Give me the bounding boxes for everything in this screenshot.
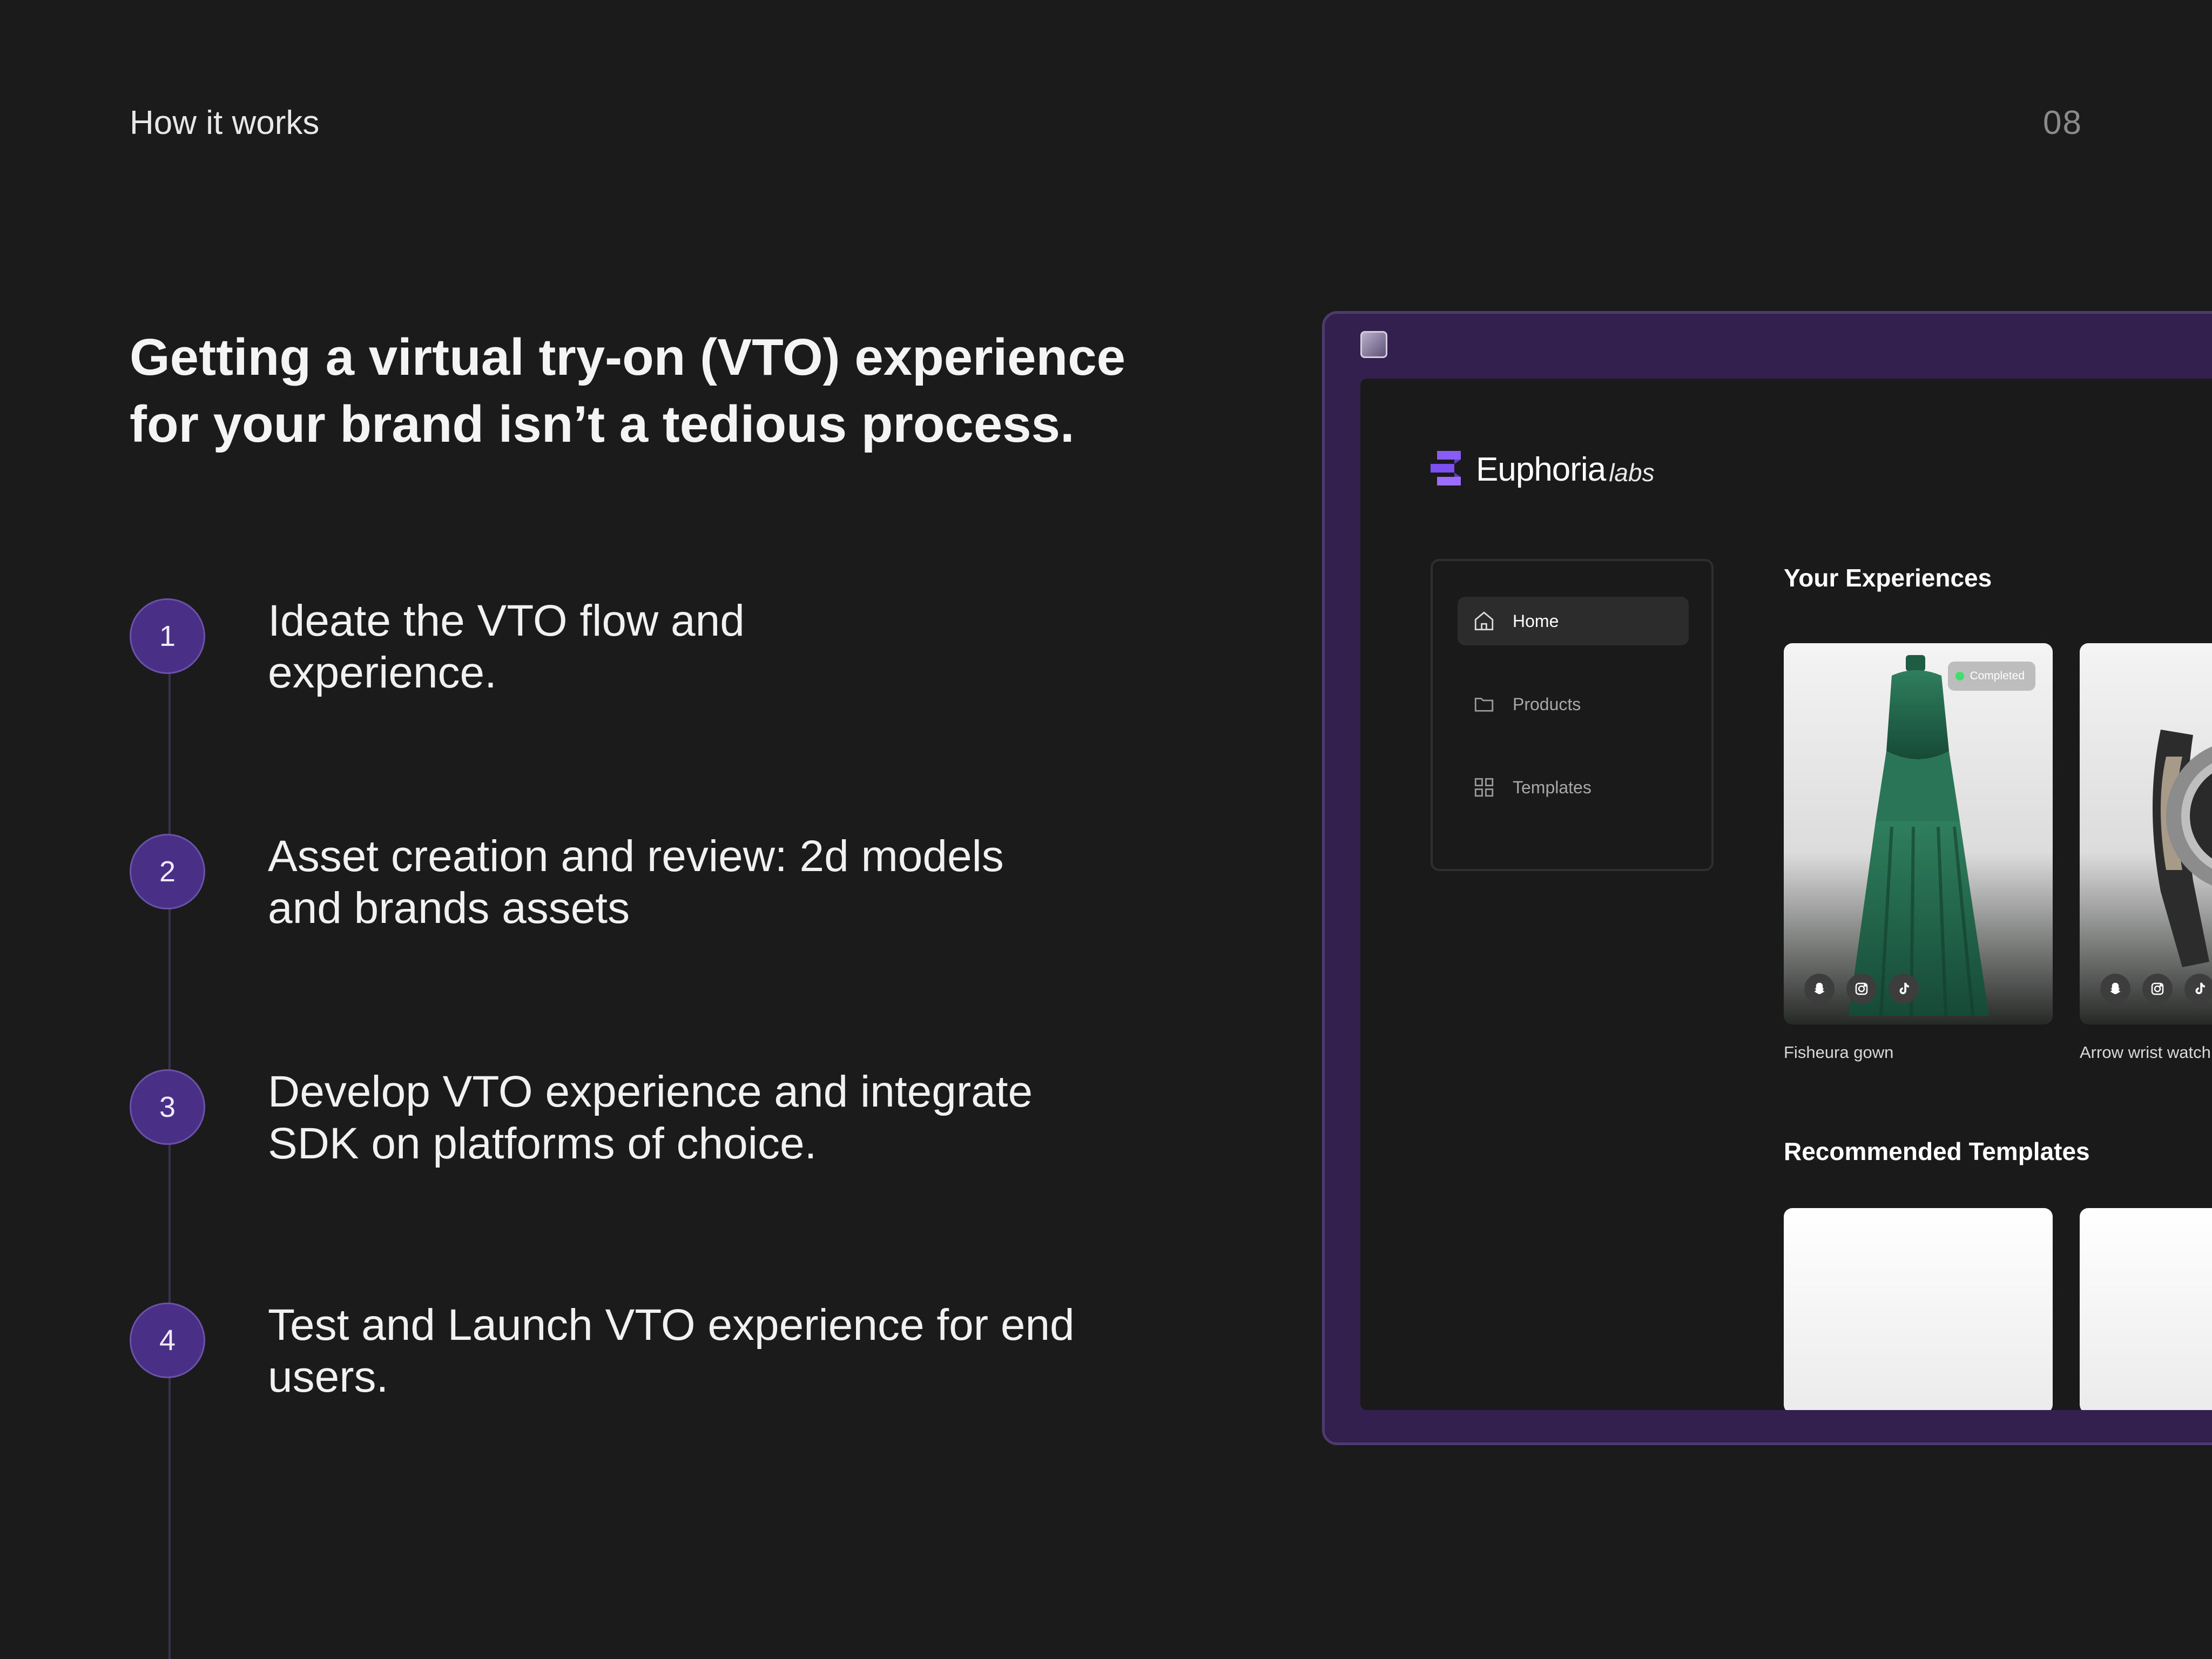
snapchat-icon[interactable] bbox=[2100, 974, 2130, 1004]
step-number-badge: 2 bbox=[130, 834, 205, 909]
section-label: How it works bbox=[130, 104, 320, 141]
experience-card-title: Arrow wrist watch bbox=[2080, 1043, 2211, 1062]
instagram-icon[interactable] bbox=[2142, 974, 2173, 1004]
social-row bbox=[2100, 974, 2212, 1004]
tiktok-icon[interactable] bbox=[2184, 974, 2212, 1004]
status-label: Completed bbox=[1970, 670, 2025, 682]
snapchat-icon[interactable] bbox=[1804, 974, 1835, 1004]
app-screen: Euphoria labs Home Products Templates Yo… bbox=[1360, 379, 2212, 1410]
instagram-icon[interactable] bbox=[1846, 974, 1877, 1004]
logo-mark-icon bbox=[1431, 451, 1461, 485]
home-icon bbox=[1474, 611, 1494, 631]
step-text: Develop VTO experience and integrate SDK… bbox=[268, 1067, 1033, 1168]
gown-image bbox=[1849, 655, 1989, 1016]
experiences-heading: Your Experiences bbox=[1784, 564, 1992, 592]
step-text: Ideate the VTO flow and experience. bbox=[268, 596, 745, 697]
page-number: 08 bbox=[2043, 104, 2082, 141]
logo-suffix: labs bbox=[1609, 458, 1655, 487]
folder-icon bbox=[1474, 698, 1494, 712]
status-badge: Completed bbox=[1948, 662, 2035, 691]
step-number-badge: 3 bbox=[130, 1069, 205, 1145]
grid-icon bbox=[1474, 778, 1494, 797]
experience-card-watch[interactable] bbox=[2080, 643, 2212, 1024]
watch-image bbox=[2153, 730, 2212, 967]
step-number-badge: 1 bbox=[130, 598, 205, 674]
logo-name: Euphoria bbox=[1476, 450, 1606, 488]
window-icon bbox=[1360, 331, 1387, 358]
social-row bbox=[1804, 974, 1919, 1004]
experience-card-title: Fisheura gown bbox=[1784, 1043, 1894, 1062]
step-text: Test and Launch VTO experience for end u… bbox=[268, 1300, 1075, 1401]
template-card[interactable] bbox=[1784, 1208, 2053, 1410]
nav-label: Templates bbox=[1513, 777, 1591, 797]
sidebar: Home Products Templates bbox=[1431, 559, 1714, 871]
headline: Getting a virtual try-on (VTO) experienc… bbox=[130, 328, 1125, 453]
nav-item-products[interactable]: Products bbox=[1458, 680, 1689, 729]
templates-heading: Recommended Templates bbox=[1784, 1137, 2090, 1165]
tiktok-icon[interactable] bbox=[1889, 974, 1919, 1004]
timeline-line bbox=[168, 637, 171, 1659]
nav-label: Products bbox=[1513, 694, 1581, 714]
step-text: Asset creation and review: 2d models and… bbox=[268, 832, 1004, 933]
status-dot bbox=[1955, 672, 1965, 680]
nav-item-templates[interactable]: Templates bbox=[1458, 763, 1689, 812]
logo[interactable]: Euphoria labs bbox=[1431, 449, 1655, 490]
experience-card-gown[interactable]: Completed bbox=[1784, 643, 2053, 1024]
app-preview-frame: Euphoria labs Home Products Templates Yo… bbox=[1322, 311, 2212, 1445]
template-card[interactable] bbox=[2080, 1208, 2212, 1410]
nav-label: Home bbox=[1513, 611, 1559, 631]
nav-item-home[interactable]: Home bbox=[1458, 597, 1689, 645]
step-number-badge: 4 bbox=[130, 1303, 205, 1378]
